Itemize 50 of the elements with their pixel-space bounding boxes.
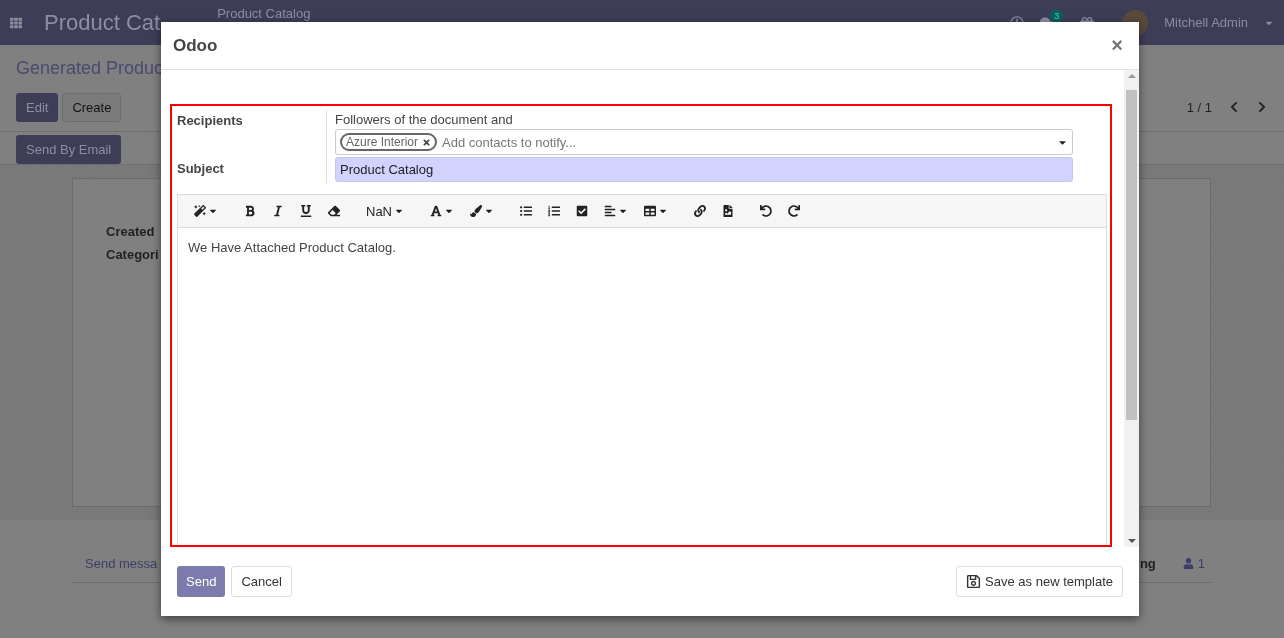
checklist-button[interactable] (576, 205, 588, 217)
user-icon (1182, 558, 1194, 569)
create-button[interactable]: Create (62, 92, 122, 122)
bullet-list-button[interactable] (520, 205, 532, 217)
magic-wand-button[interactable] (194, 205, 218, 217)
recipients-label: Recipients (177, 110, 327, 155)
following-label[interactable]: ng (1139, 556, 1156, 571)
send-button[interactable]: Send (177, 566, 226, 597)
followers-count[interactable]: 1 (1197, 556, 1205, 571)
contacts-field[interactable]: Azure Interior Add contacts to notify... (335, 129, 1073, 155)
numbered-list-button[interactable] (548, 205, 560, 217)
save-template-button[interactable]: Save as new template (956, 566, 1123, 597)
remove-icon[interactable] (422, 137, 432, 147)
save-icon (966, 574, 982, 589)
font-size-dropdown[interactable]: NaN (366, 203, 404, 219)
followers-text: Followers of the document and (335, 112, 514, 127)
image-button[interactable] (722, 205, 734, 217)
subject-field[interactable]: Product Catalog (335, 157, 1073, 182)
apps-menu-icon[interactable] (10, 16, 22, 29)
bold-button[interactable] (244, 205, 256, 217)
redo-button[interactable] (788, 205, 800, 217)
table-button[interactable] (644, 205, 668, 217)
breadcrumb[interactable]: Product Catalog (217, 6, 311, 21)
app-title: Product Cat (44, 9, 161, 36)
font-color-button[interactable] (430, 205, 454, 217)
next-icon[interactable] (1256, 101, 1268, 113)
link-button[interactable] (694, 205, 706, 217)
close-button[interactable]: × (1107, 34, 1127, 57)
align-left-button[interactable] (604, 205, 628, 217)
underline-button[interactable] (300, 205, 312, 217)
dialog-title: Odoo (173, 35, 218, 56)
eraser-button[interactable] (328, 205, 340, 217)
subject-label: Subject (177, 155, 327, 184)
paintbrush-button[interactable] (470, 205, 494, 217)
scrollbar-thumb[interactable] (1126, 90, 1137, 420)
field-label: Created (106, 224, 155, 239)
pager-text: 1 / 1 (1186, 99, 1212, 115)
edit-button[interactable]: Edit (16, 92, 59, 122)
scroll-down-icon[interactable] (1127, 539, 1136, 543)
italic-button[interactable] (272, 205, 284, 217)
message-body: We Have Attached Product Catalog. (187, 239, 397, 257)
message-count: 3 (1050, 9, 1064, 22)
user-name[interactable]: Mitchell Admin (1164, 15, 1248, 30)
previous-icon[interactable] (1228, 101, 1240, 113)
send-email-button[interactable]: Send By Email (16, 135, 122, 164)
field-label: Categori (106, 247, 159, 262)
undo-button[interactable] (760, 205, 772, 217)
cancel-button[interactable]: Cancel (231, 566, 292, 597)
contact-tag[interactable]: Azure Interior (340, 133, 438, 151)
send-message-link[interactable]: Send messa (85, 556, 158, 571)
